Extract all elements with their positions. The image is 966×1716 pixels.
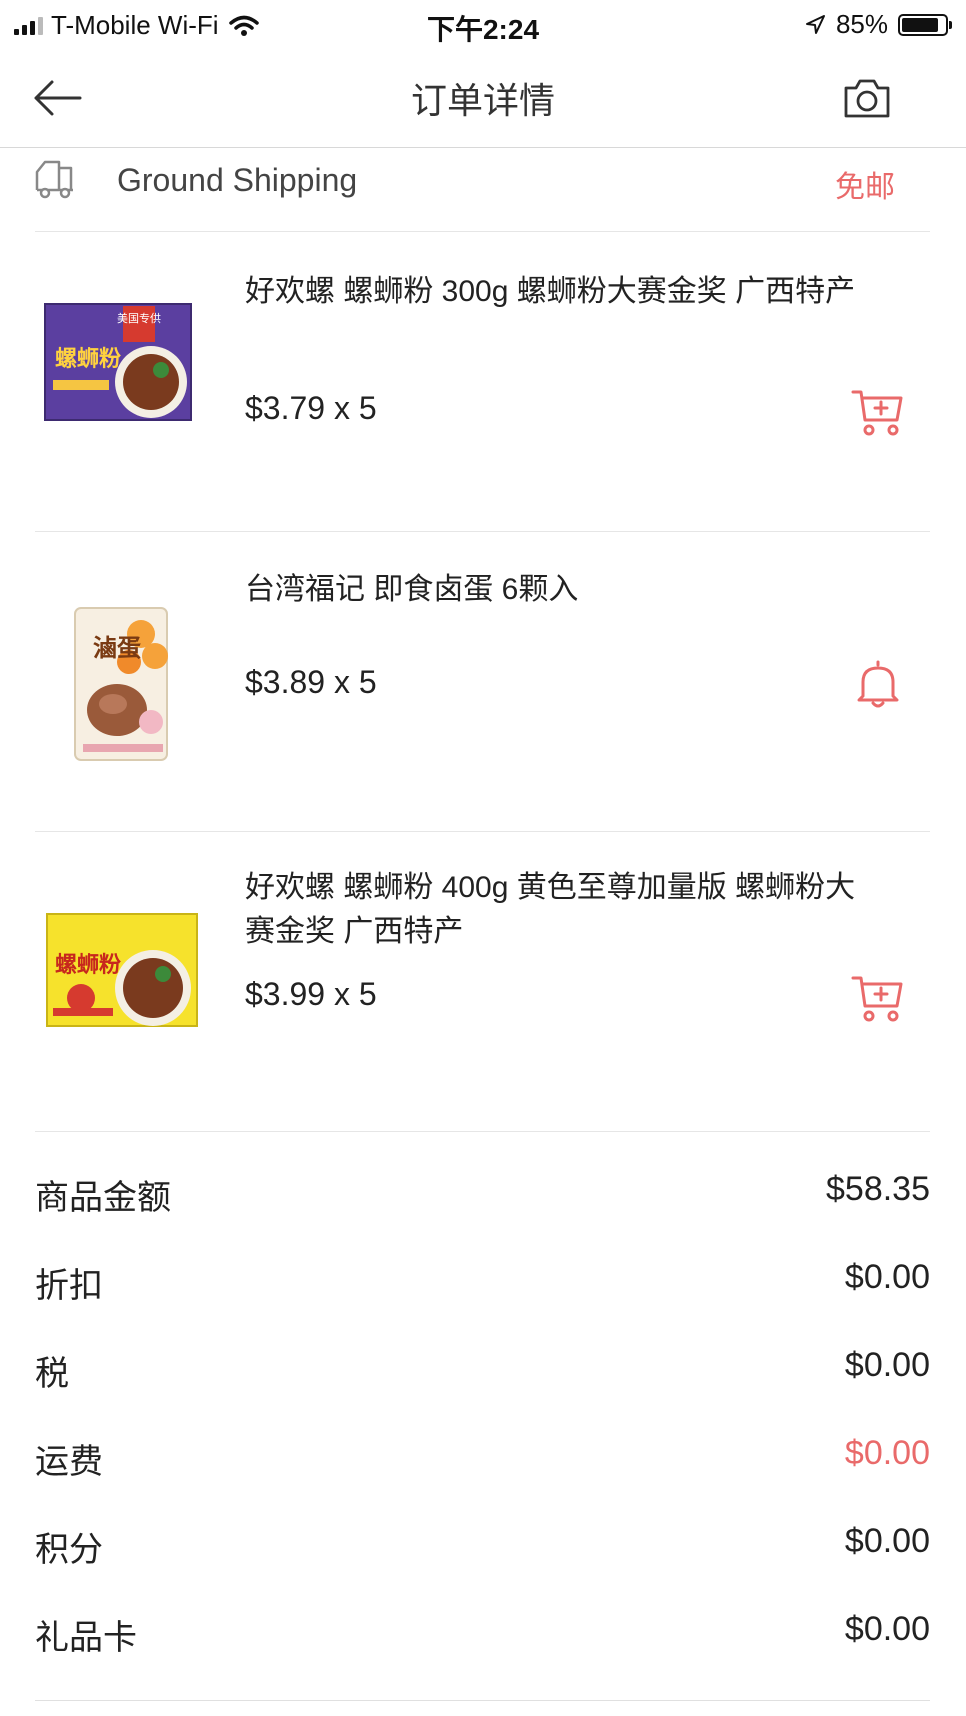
product-price-quantity: $3.89 x 5 [245, 664, 377, 700]
product-name[interactable]: 台湾福记 即食卤蛋 6颗入 [245, 568, 885, 612]
summary-row-discount: 折扣 $0.00 [35, 1236, 930, 1324]
battery-level [902, 17, 938, 32]
thumb-brand-text: 滷蛋 [93, 634, 141, 662]
product-price-quantity: $3.99 x 5 [245, 976, 377, 1012]
summary-value: $0.00 [844, 1258, 930, 1296]
location-arrow-icon [805, 14, 825, 34]
order-item[interactable]: 滷蛋 台湾福记 即食卤蛋 6颗入 $3.89 x 5 [35, 532, 930, 832]
summary-label: 税 [35, 1355, 69, 1393]
product-price-quantity: $3.79 x 5 [245, 390, 377, 426]
camera-icon[interactable] [842, 76, 892, 120]
summary-label: 商品金额 [35, 1179, 171, 1217]
product-thumbnail[interactable]: 滷蛋 [43, 604, 203, 764]
battery-icon [898, 13, 952, 36]
summary-label: 运费 [35, 1443, 103, 1481]
product-name[interactable]: 好欢螺 螺蛳粉 400g 黄色至尊加量版 螺蛳粉大赛金奖 广西特产 [245, 866, 885, 954]
product-thumbnail[interactable]: 美国专供 螺蛳粉 [43, 282, 203, 442]
page-title: 订单详情 [410, 80, 555, 121]
navigation-bar: 订单详情 [0, 48, 966, 148]
status-right: 85% [804, 9, 952, 40]
summary-row-subtotal: 商品金额 $58.35 [35, 1148, 930, 1236]
shipping-method-row: Ground Shipping 免邮 [35, 148, 930, 232]
summary-value: $58.35 [826, 1170, 930, 1208]
order-item[interactable]: 螺蛳粉 好欢螺 螺蛳粉 400g 黄色至尊加量版 螺蛳粉大赛金奖 广西特产 $3… [35, 832, 930, 1132]
summary-row-gift-card: 礼品卡 $0.00 [35, 1588, 930, 1676]
bell-icon[interactable] [851, 658, 905, 710]
summary-label: 礼品卡 [35, 1619, 137, 1657]
product-name[interactable]: 好欢螺 螺蛳粉 300g 螺蛳粉大赛金奖 广西特产 [245, 270, 885, 314]
divider [35, 1700, 930, 1701]
order-summary: 商品金额 $58.35 折扣 $0.00 税 $0.00 运费 $0.00 积分… [35, 1148, 930, 1676]
shipping-fee-label: 免邮 [835, 171, 895, 204]
summary-value: $0.00 [844, 1434, 930, 1472]
thumb-badge-text: 美国专供 [117, 311, 161, 325]
status-bar: T-Mobile Wi-Fi 下午2:24 85% [0, 0, 966, 48]
summary-label: 折扣 [35, 1267, 103, 1305]
thumb-brand-text: 螺蛳粉 [55, 953, 121, 978]
add-to-cart-icon[interactable] [851, 972, 905, 1024]
summary-row-tax: 税 $0.00 [35, 1324, 930, 1412]
thumb-brand-text: 螺蛳粉 [55, 347, 121, 372]
product-thumbnail[interactable]: 螺蛳粉 [43, 890, 203, 1050]
order-item[interactable]: 美国专供 螺蛳粉 好欢螺 螺蛳粉 300g 螺蛳粉大赛金奖 广西特产 $3.79… [35, 232, 930, 532]
shipping-method-label: Ground Shipping [117, 162, 358, 198]
summary-value: $0.00 [844, 1346, 930, 1384]
summary-label: 积分 [35, 1531, 103, 1569]
summary-row-points: 积分 $0.00 [35, 1500, 930, 1588]
summary-value: $0.00 [844, 1522, 930, 1560]
battery-percent: 85% [835, 9, 888, 39]
summary-row-shipping: 运费 $0.00 [35, 1412, 930, 1500]
add-to-cart-icon[interactable] [851, 386, 905, 438]
summary-value: $0.00 [844, 1610, 930, 1648]
truck-icon [35, 160, 73, 199]
